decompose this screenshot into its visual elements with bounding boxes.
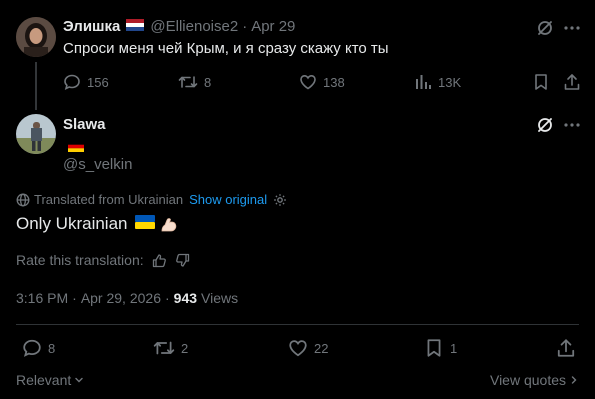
- divider: [16, 324, 579, 325]
- parent-repost-count: 8: [204, 74, 212, 90]
- sort-label: Relevant: [16, 372, 72, 388]
- reply-like-action[interactable]: 22: [288, 338, 328, 358]
- reply-avatar[interactable]: [16, 114, 56, 154]
- parent-repost-action[interactable]: 8: [178, 73, 211, 91]
- reply-text: Only Ukrainian: [16, 214, 128, 233]
- reply-like-count: 22: [314, 340, 329, 356]
- parent-tweet[interactable]: Элишка @Ellienoise2 · Apr 29 Спроси меня…: [0, 0, 595, 110]
- translation-bar: Translated from Ukrainian Show original: [16, 192, 287, 207]
- thumbs-down-icon[interactable]: [175, 253, 190, 268]
- reply-grok-icon[interactable]: [535, 115, 555, 135]
- parent-like-action[interactable]: 138: [299, 73, 345, 91]
- reply-repost-count: 2: [181, 340, 189, 356]
- netherlands-flag: [126, 18, 145, 35]
- chevron-down-icon: [74, 375, 84, 385]
- ukraine-flag: [134, 214, 155, 234]
- parent-views-count: 13K: [438, 74, 462, 90]
- view-quotes-label: View quotes: [489, 372, 566, 388]
- show-original-link[interactable]: Show original: [189, 192, 267, 207]
- reply-more-icon[interactable]: [562, 115, 582, 135]
- parent-like-count: 138: [323, 74, 345, 90]
- tweet-time[interactable]: 3:16 PM: [16, 290, 68, 306]
- share-icon[interactable]: [556, 338, 576, 358]
- bookmark-icon: [424, 338, 444, 358]
- view-quotes-link[interactable]: View quotes: [490, 372, 579, 388]
- parent-separator: ·: [242, 18, 248, 35]
- reply-bookmark-count: 1: [450, 340, 458, 356]
- more-icon[interactable]: [562, 18, 582, 38]
- grok-icon[interactable]: [535, 18, 555, 38]
- globe-icon: [16, 193, 30, 207]
- gear-icon[interactable]: [273, 193, 287, 207]
- flexed-biceps-emoji: [159, 214, 179, 234]
- parent-bookmark-icon[interactable]: [532, 73, 550, 91]
- parent-text: Спроси меня чей Крым, и я сразу скажу кт…: [63, 40, 389, 57]
- reply-handle[interactable]: @s_velkin: [63, 156, 132, 173]
- like-icon: [299, 73, 317, 91]
- timestamp-row: 3:16 PM · Apr 29, 2026 · 943 Views: [16, 290, 238, 306]
- reply-text-row: Only Ukrainian: [16, 214, 179, 234]
- parent-header: Элишка @Ellienoise2 · Apr 29: [63, 18, 295, 35]
- views-separator: ·: [164, 290, 170, 306]
- sort-dropdown[interactable]: Relevant: [16, 372, 84, 388]
- chevron-right-icon: [569, 375, 579, 385]
- rate-translation-row: Rate this translation:: [16, 252, 190, 268]
- parent-views-action[interactable]: 13K: [414, 73, 461, 91]
- germany-flag: [68, 139, 84, 157]
- parent-date[interactable]: Apr 29: [251, 18, 295, 35]
- reply-repost-action[interactable]: 2: [153, 338, 188, 358]
- views-icon: [414, 73, 432, 91]
- reply-reply-count: 8: [48, 340, 56, 356]
- translated-from-label: Translated from Ukrainian: [34, 192, 184, 207]
- views-count: 943: [173, 290, 198, 306]
- rate-translation-label: Rate this translation:: [16, 252, 144, 268]
- reply-icon: [63, 73, 81, 91]
- reply-reply-action[interactable]: 8: [22, 338, 55, 358]
- parent-share-icon[interactable]: [563, 73, 581, 91]
- reply-display-name[interactable]: Slawa: [63, 116, 106, 133]
- repost-icon: [153, 338, 175, 358]
- parent-avatar[interactable]: [16, 17, 56, 57]
- parent-display-name[interactable]: Элишка: [63, 18, 120, 35]
- repost-icon: [178, 73, 198, 91]
- reply-icon: [22, 338, 42, 358]
- tweet-date[interactable]: Apr 29, 2026: [81, 290, 161, 306]
- parent-handle[interactable]: @Ellienoise2: [150, 18, 238, 35]
- timestamp-separator: ·: [72, 290, 77, 306]
- parent-reply-count: 156: [87, 74, 109, 90]
- reply-bookmark-action[interactable]: 1: [424, 338, 457, 358]
- parent-reply-action[interactable]: 156: [63, 73, 109, 91]
- views-label: Views: [201, 290, 239, 306]
- thread-line: [35, 62, 37, 110]
- thumbs-up-icon[interactable]: [152, 253, 167, 268]
- like-icon: [288, 338, 308, 358]
